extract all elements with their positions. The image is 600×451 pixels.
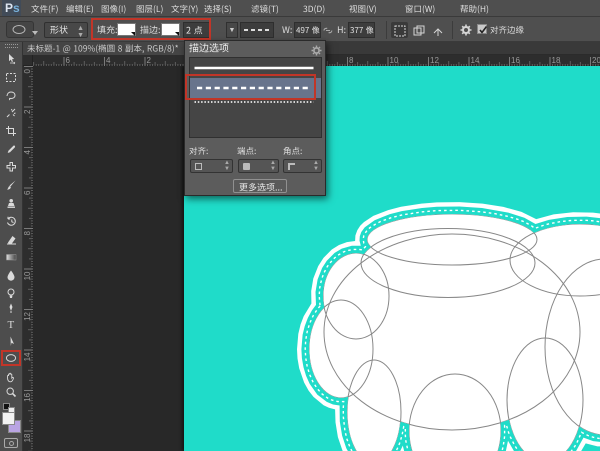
svg-text:12: 12 xyxy=(430,56,439,65)
svg-text:16: 16 xyxy=(511,56,520,65)
svg-text:0: 0 xyxy=(23,68,32,73)
svg-text:2: 2 xyxy=(23,109,32,114)
svg-text:6: 6 xyxy=(66,56,71,65)
svg-text:4: 4 xyxy=(23,149,32,154)
svg-text:4: 4 xyxy=(106,56,111,65)
svg-text:6: 6 xyxy=(23,190,32,195)
svg-text:20: 20 xyxy=(592,56,600,65)
svg-text:18: 18 xyxy=(552,56,561,65)
svg-text:8: 8 xyxy=(349,56,354,65)
svg-text:2: 2 xyxy=(147,56,152,65)
svg-text:10: 10 xyxy=(390,56,399,65)
svg-text:T: T xyxy=(8,319,15,330)
svg-text:14: 14 xyxy=(471,56,480,65)
svg-text:8: 8 xyxy=(23,230,32,235)
